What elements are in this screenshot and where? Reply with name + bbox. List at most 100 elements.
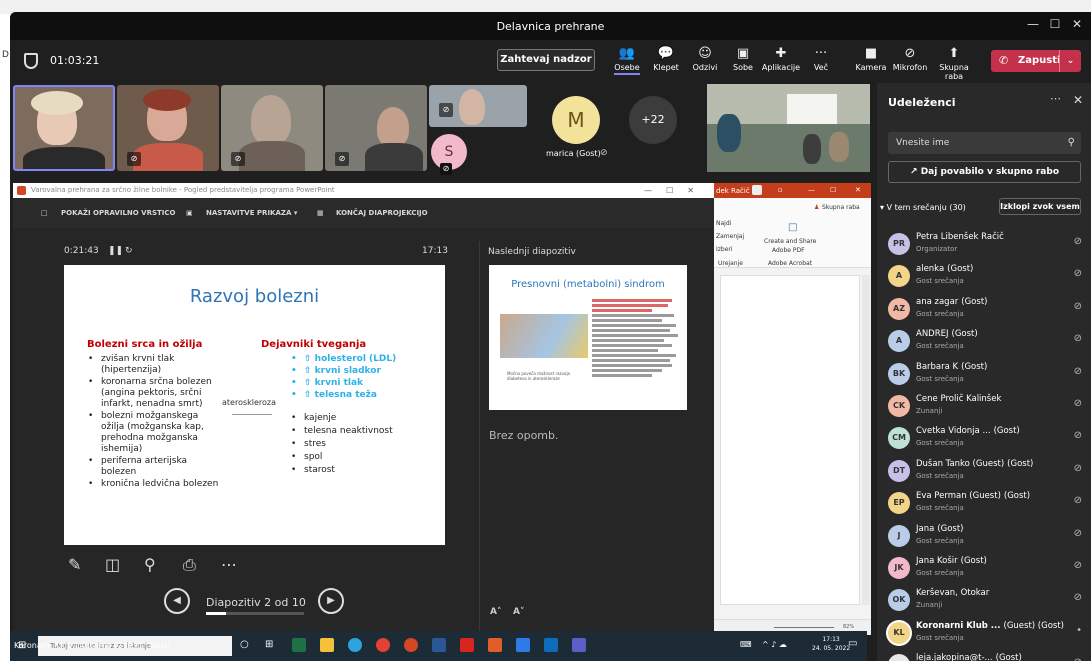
maximize-icon[interactable]: ☐ — [830, 186, 836, 194]
teams-icon[interactable] — [572, 638, 586, 652]
zoom-slider[interactable] — [774, 627, 834, 628]
video-tile-1[interactable] — [13, 85, 115, 171]
mic-off-icon[interactable]: ⊘ — [1074, 657, 1082, 661]
mic-off-icon[interactable]: ⊘ — [1074, 592, 1082, 603]
participant-row[interactable]: CM Cvetka Vidonja ... (Gost) Gost srečanja ⊘ — [888, 425, 1086, 455]
edge-icon[interactable] — [348, 638, 362, 652]
end-slideshow-button[interactable]: KONČAJ DIAPROJEKCIJO — [336, 209, 428, 217]
participant-row[interactable]: BK Barbara K (Gost) Gost srečanja ⊘ — [888, 361, 1086, 391]
mute-all-button[interactable]: Izklopi zvok vsem — [999, 198, 1081, 215]
mic-off-icon[interactable]: ⊘ — [1074, 560, 1082, 571]
minimize-icon[interactable]: — — [1022, 17, 1044, 35]
leave-button[interactable]: ✆ Zapusti ⌄ — [991, 50, 1081, 72]
more-icon[interactable]: ⋯ — [1050, 92, 1061, 105]
editor-share-button[interactable]: Skupna raba — [822, 204, 860, 211]
participant-row[interactable]: JK Jana Košir (Gost) Gost srečanja ⊘ — [888, 555, 1086, 585]
keyboard-icon[interactable]: ⌨ — [740, 640, 752, 649]
participant-row[interactable]: OK Kerševan, Otokar Zunanji ⊘ — [888, 587, 1086, 617]
mic-off-icon[interactable]: ⊘ — [1074, 528, 1082, 539]
mic-off-icon[interactable]: ⊘ — [1074, 463, 1082, 474]
mic-off-icon[interactable]: ⊘ — [1074, 236, 1082, 247]
video-tile-2[interactable]: ⊘ — [117, 85, 219, 171]
mic-off-icon[interactable]: ⊘ — [1074, 366, 1082, 377]
editor-scrollbar[interactable] — [862, 275, 870, 605]
mic-off-icon[interactable]: ⊘ — [1074, 333, 1082, 344]
restore-icon[interactable]: ▫ — [778, 186, 783, 194]
more-options-icon[interactable]: ⋯ — [221, 555, 237, 574]
mic-off-icon[interactable]: ⊘ — [1074, 301, 1082, 312]
powerpoint-taskbar-icon[interactable] — [404, 638, 418, 652]
next-slide[interactable]: Presnovni (metabolni) sindrom Močno pove… — [489, 265, 687, 410]
outlook-icon[interactable] — [544, 638, 558, 652]
video-tile-3[interactable]: ⊘ — [221, 85, 323, 171]
mic-off-icon[interactable]: ⊘ — [1074, 398, 1082, 409]
excel-icon[interactable] — [292, 638, 306, 652]
acrobat-icon[interactable] — [460, 638, 474, 652]
previous-slide-button[interactable]: ◀ — [164, 588, 190, 614]
room-video[interactable] — [707, 84, 870, 172]
toolbar-camera-button[interactable]: ■ Kamera — [851, 46, 891, 72]
participant-row[interactable]: Lleja.jakopina@t-...(Gost) ⊘ — [888, 652, 1086, 661]
cortana-icon[interactable]: ○ — [240, 639, 249, 650]
chrome-icon[interactable] — [376, 638, 390, 652]
participant-row[interactable]: A ANDREJ (Gost) Gost srečanja ⊘ — [888, 328, 1086, 358]
close-icon[interactable]: ✕ — [1073, 93, 1083, 107]
black-screen-icon[interactable]: ⎙ — [183, 555, 196, 575]
close-icon[interactable]: ✕ — [1066, 17, 1088, 35]
maximize-icon[interactable]: ☐ — [1044, 17, 1066, 35]
toolbar-people-button[interactable]: 👥 Osebe — [607, 46, 647, 75]
toolbar-chat-button[interactable]: 💬 Klepet — [646, 46, 686, 72]
toolbar-rooms-button[interactable]: ▣ Sobe — [723, 46, 763, 72]
font-decrease-icon[interactable]: A˅ — [513, 607, 524, 617]
taskbar-clock[interactable]: 17:13 24. 05. 2022 — [812, 635, 850, 653]
video-tile-5[interactable]: ⊘ — [429, 85, 527, 127]
more-participants-button[interactable]: +22 — [629, 96, 677, 144]
participant-row[interactable]: Aalenka (Gost) Gost srečanja ⊘ — [888, 263, 1086, 293]
mic-off-icon[interactable]: ⊘ — [1074, 430, 1082, 441]
acrobat-label-1[interactable]: Create and Share — [764, 238, 816, 245]
font-increase-icon[interactable]: A˄ — [490, 607, 501, 617]
share-invite-button[interactable]: ↗ Daj povabilo v skupno rabo — [888, 161, 1081, 183]
participant-row[interactable]: J Jana (Gost) Gost srečanja ⊘ — [888, 523, 1086, 553]
toolbar-more-button[interactable]: ··· Več — [801, 46, 841, 72]
avatar-m[interactable]: M — [552, 96, 600, 144]
show-taskbar-button[interactable]: POKAŽI OPRAVILNO VRSTICO — [61, 209, 176, 217]
search-input[interactable]: Vnesite ime ⚲ — [888, 132, 1081, 154]
participant-row[interactable]: CK Cene Prolič Kalinšek Zunanji ⊘ — [888, 393, 1086, 423]
toolbar-reactions-button[interactable]: ☺ Odzivi — [685, 46, 725, 72]
acrobat-label-2[interactable]: Adobe PDF — [772, 247, 805, 254]
next-slide-button[interactable]: ▶ — [318, 588, 344, 614]
toolbar-mic-off-button[interactable]: ⊘ Mikrofon — [890, 46, 930, 72]
mic-off-icon[interactable]: ⊘ — [1074, 495, 1082, 506]
toolbar-apps-button[interactable]: ✚ Aplikacije — [761, 46, 801, 72]
display-settings-button[interactable]: NASTAVITVE PRIKAZA ▾ — [206, 209, 297, 217]
word-icon[interactable] — [432, 638, 446, 652]
pause-icon[interactable]: ❚❚ — [108, 246, 123, 256]
minimize-icon[interactable]: — — [808, 186, 815, 194]
ppt-window-controls[interactable]: —☐✕ — [644, 183, 708, 198]
participant-row[interactable]: PR Petra Libenšek Račič Organizator ⊘ — [888, 231, 1086, 261]
app-icon[interactable] — [516, 638, 530, 652]
task-view-icon[interactable]: ⊞ — [265, 639, 273, 650]
close-icon[interactable]: ✕ — [855, 186, 861, 194]
video-tile-4[interactable]: ⊘ — [325, 85, 427, 171]
chevron-down-icon[interactable]: ⌄ — [1059, 50, 1081, 72]
participant-row[interactable]: DT Dušan Tanko (Guest) (Gost) Gost srečanja… — [888, 458, 1086, 488]
restart-icon[interactable]: ↻ — [125, 246, 133, 256]
explorer-icon[interactable] — [320, 638, 334, 652]
request-control-button[interactable]: Zahtevaj nadzor — [497, 49, 595, 71]
zoom-icon[interactable]: ⚲ — [144, 555, 156, 574]
participant-row[interactable]: EP Eva Perman (Guest) (Gost) Gost srečanja ⊘ — [888, 490, 1086, 520]
toolbar-share-button[interactable]: ⬆ Skupna raba — [934, 46, 974, 81]
ppt-file-icon[interactable] — [488, 638, 502, 652]
participant-row[interactable]: AZ ana zagar (Gost) Gost srečanja ⊘ — [888, 296, 1086, 326]
replace-button[interactable]: Zamenjaj — [716, 233, 744, 240]
mic-off-icon[interactable]: ⊘ — [1074, 268, 1082, 279]
notification-icon[interactable]: ▭ — [848, 638, 857, 649]
tray-icons[interactable]: ^ ♪ ☁ — [762, 640, 787, 649]
select-button[interactable]: Izberi — [716, 246, 733, 253]
find-button[interactable]: Najdi — [716, 220, 731, 227]
mic-on-icon[interactable]: • — [1076, 625, 1082, 636]
pen-icon[interactable]: ✎ — [68, 555, 81, 574]
section-header[interactable]: ▾ V tem srečanju (30) — [880, 203, 966, 212]
